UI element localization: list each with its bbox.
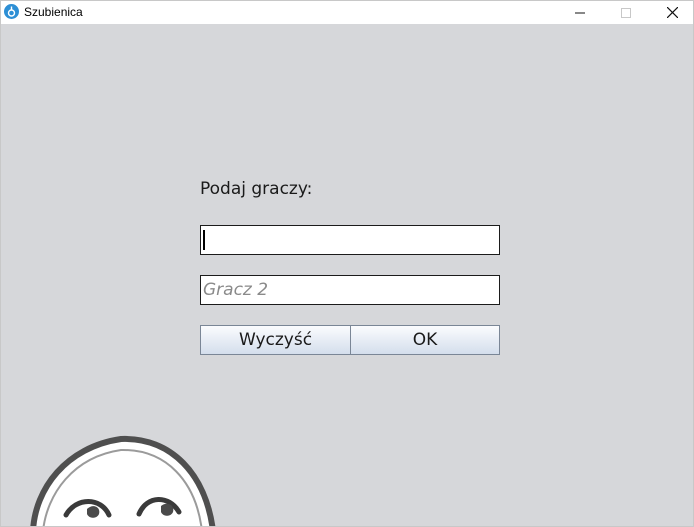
maximize-icon [621, 7, 631, 18]
player-2-input[interactable] [200, 275, 500, 305]
maximize-button[interactable] [603, 1, 649, 24]
close-icon [666, 7, 678, 18]
ok-button[interactable]: OK [350, 325, 500, 355]
close-button[interactable] [649, 1, 694, 24]
clear-button[interactable]: Wyczyść [200, 325, 351, 355]
app-icon [4, 4, 19, 19]
player-1-input[interactable] [200, 225, 500, 255]
window-title: Szubienica [24, 5, 83, 19]
game-panel: Podaj graczy: Wyczyść OK [1, 24, 693, 526]
title-bar[interactable]: Szubienica [1, 1, 693, 24]
minimize-icon [575, 12, 585, 13]
players-prompt-label: Podaj graczy: [200, 179, 313, 199]
text-caret [203, 230, 205, 250]
minimize-button[interactable] [557, 1, 603, 24]
hangman-face-drawing [30, 435, 216, 526]
app-window: Szubienica Podaj graczy: Wyczyść OK [0, 0, 694, 527]
